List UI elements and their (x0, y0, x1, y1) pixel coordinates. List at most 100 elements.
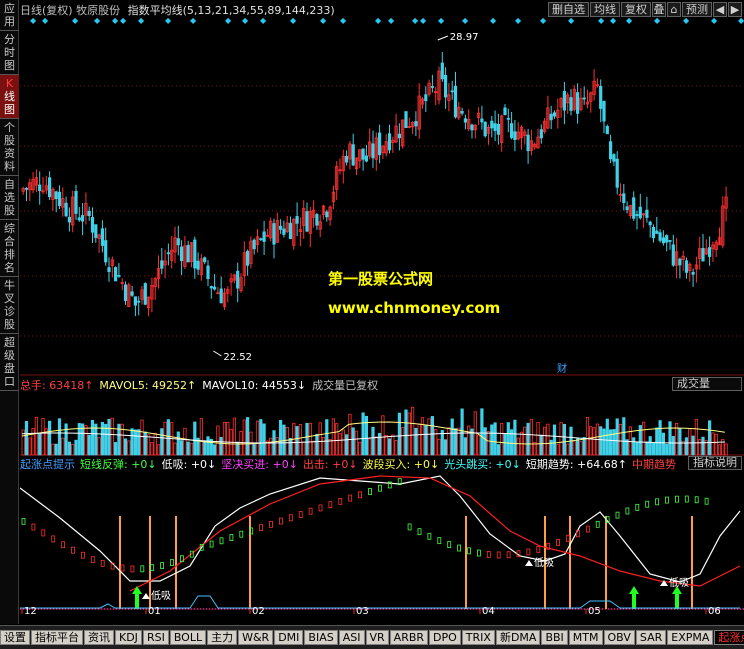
sidenav-item-5[interactable]: 综合排名 (0, 220, 19, 277)
candle-body (104, 240, 108, 263)
trend-box (635, 503, 640, 511)
trend-box (130, 565, 135, 573)
indicator-stat-0: 起涨点提示 (20, 458, 75, 471)
volume-bar (552, 424, 557, 456)
sidenav-item-6[interactable]: 牛叉诊股 (0, 277, 19, 334)
signal-diamond: ◆ (120, 16, 127, 25)
sidenav-item-1[interactable]: 分时图 (0, 31, 19, 75)
candle-body (54, 191, 58, 200)
candle-body (259, 238, 263, 241)
candle-body (414, 121, 418, 127)
buy-arrow-head (132, 586, 142, 594)
signal-diamond: ◆ (30, 16, 37, 25)
candle-body (143, 283, 147, 305)
volume-bar (397, 412, 402, 456)
tab-16[interactable]: BBI (541, 630, 568, 645)
indicator-help-button[interactable]: 指标说明 (688, 456, 742, 470)
tab-21[interactable]: 起涨点提示 (714, 630, 744, 645)
volume-bar (344, 434, 349, 456)
candle-body (671, 244, 675, 266)
tab-15[interactable]: 新DMA (495, 630, 541, 645)
signal-diamond: ◆ (412, 16, 419, 25)
volume-bar (173, 442, 177, 456)
toolbar-button-0[interactable]: 删自选 (548, 2, 589, 17)
candle-body (622, 193, 626, 203)
toolbar-button-2[interactable]: 复权 (621, 2, 651, 17)
volume-bar (463, 437, 468, 456)
tab-6[interactable]: 主力 (207, 630, 238, 645)
signal-diamond: ◆ (42, 16, 49, 25)
candle-body (94, 224, 98, 238)
volume-bar (41, 417, 45, 456)
tab-11[interactable]: VR (365, 630, 389, 645)
chart-canvas[interactable]: 28.9722.52财低吸低吸低吸12 01 02 03 04 05 06 (20, 26, 744, 614)
tab-18[interactable]: OBV (603, 630, 635, 645)
tab-2[interactable]: 资讯 (84, 630, 114, 645)
volume-bar (625, 439, 629, 456)
tab-14[interactable]: TRIX (461, 630, 495, 645)
volume-bar (437, 438, 441, 456)
low-buy-marker (525, 560, 533, 566)
volume-bar (143, 431, 147, 456)
volume-bar (430, 416, 435, 456)
tab-13[interactable]: DPO (429, 630, 461, 645)
volume-bar (490, 424, 494, 456)
indicator-stat-6: 光头跳买: +0↓ (444, 458, 521, 471)
volume-bar (38, 432, 42, 456)
trend-box (209, 540, 214, 548)
tab-19[interactable]: SAR (635, 630, 667, 645)
candle-body (361, 148, 365, 160)
volume-bar (658, 420, 662, 456)
tab-1[interactable]: 指标平台 (31, 630, 83, 645)
indicator-stat-4: 出击: +0↓ (302, 458, 358, 471)
volume-bar (516, 437, 520, 456)
trend-box (170, 559, 174, 566)
toolbar-button-6[interactable]: ◀ (713, 2, 727, 17)
sidenav-item-3[interactable]: 个股资料 (0, 119, 19, 176)
sidenav-item-2[interactable]: K线图 (0, 75, 19, 119)
tab-20[interactable]: EXPMA (667, 630, 714, 645)
toolbar-button-3[interactable]: 叠 (652, 2, 666, 17)
tab-3[interactable]: KDJ (115, 630, 142, 645)
candle-body (74, 191, 78, 214)
tab-9[interactable]: BIAS (304, 630, 338, 645)
tab-4[interactable]: RSI (142, 630, 169, 645)
trend-box (71, 546, 75, 554)
candle-body (526, 134, 530, 152)
volume-bar (678, 427, 682, 456)
candle-body (513, 131, 517, 141)
tab-17[interactable]: MTM (568, 630, 603, 645)
sidenav-item-7[interactable]: 超级盘口 (0, 334, 19, 391)
volume-bar (404, 409, 408, 456)
tab-10[interactable]: ASI (338, 630, 365, 645)
tab-8[interactable]: DMI (274, 630, 304, 645)
tab-0[interactable]: 设置 (0, 630, 30, 645)
toolbar-button-5[interactable]: 预测 (682, 2, 712, 17)
tab-12[interactable]: ARBR (389, 630, 429, 645)
volume-bar (216, 425, 220, 456)
toolbar-button-7[interactable]: ▶ (728, 2, 742, 17)
candle-body (480, 118, 484, 123)
volume-bar (523, 426, 527, 456)
trend-box (476, 549, 481, 557)
volume-bar (295, 426, 299, 456)
volume-bar (176, 431, 180, 456)
candle-body (288, 222, 293, 240)
volume-bar (358, 441, 362, 456)
sidenav-item-0[interactable]: 应用 (0, 0, 19, 31)
volume-bar (582, 437, 586, 456)
candle-body (450, 90, 454, 93)
volume-bar (242, 419, 246, 456)
trend-box (120, 564, 125, 572)
tab-7[interactable]: W&R (238, 630, 274, 645)
toolbar-button-4[interactable]: ⌂ (667, 2, 681, 17)
volume-select-button[interactable]: 成交量 (672, 377, 742, 391)
volume-bar (71, 444, 75, 456)
sidenav-item-4[interactable]: 自选股 (0, 176, 19, 220)
toolbar-button-1[interactable]: 均线 (590, 2, 620, 17)
candle-body (196, 260, 200, 270)
volume-bar (305, 422, 309, 456)
tab-5[interactable]: BOLL (169, 630, 207, 645)
trend-box (348, 494, 353, 502)
trend-box (595, 520, 600, 528)
